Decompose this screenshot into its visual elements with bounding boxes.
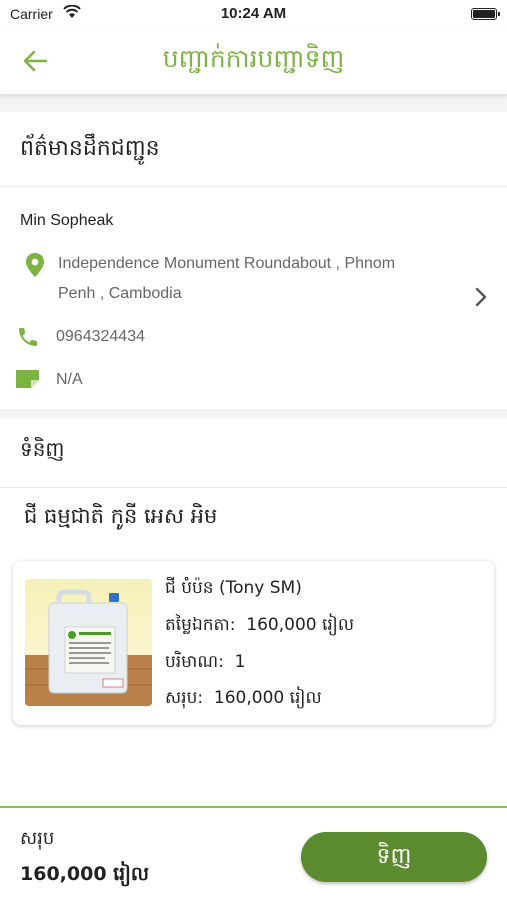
product-name: ជី បំប៉ន (Tony SM) (165, 578, 302, 598)
address-line-2: Penh , Cambodia (58, 285, 182, 302)
shop-name: ជី ធម្មជាតិ កូនី អេស អិម (24, 504, 218, 528)
product-image (25, 579, 152, 706)
note-icon (16, 370, 39, 388)
unit-price-row: តម្លៃឯកតា: 160,000 រៀល (165, 614, 354, 639)
quantity-label: បរិមាណ: (165, 652, 224, 672)
unit-price-label: តម្លៃឯកតា: (165, 615, 236, 635)
subtotal-row: សរុប: 160,000 រៀល (165, 687, 322, 712)
phone-icon (19, 328, 37, 346)
address-line-1: Independence Monument Roundabout , Phnom (58, 255, 396, 272)
total-amount: 160,000 រៀល (20, 863, 149, 885)
subtotal-value: 160,000 រៀល (213, 688, 322, 708)
divider (0, 487, 507, 488)
status-bar: Carrier 10:24 AM (0, 0, 507, 30)
divider (0, 186, 507, 187)
products-heading: ទំនិញ (20, 437, 65, 461)
buy-button[interactable]: ទិញ (301, 832, 487, 882)
fertilizer-jug-icon (25, 589, 152, 706)
chevron-right-icon[interactable] (473, 286, 489, 308)
page-title: បញ្ជាក់ការបញ្ជាទិញ (162, 44, 345, 73)
quantity-value: 1 (234, 652, 246, 672)
total-label: សរុប (20, 828, 55, 849)
unit-price-value: 160,000 រៀល (246, 615, 355, 635)
clock: 10:24 AM (220, 5, 287, 22)
subtotal-label: សរុប: (165, 688, 204, 708)
quantity-row: បរិមាណ: 1 (165, 651, 246, 676)
battery-icon (471, 8, 500, 20)
checkout-footer: សរុប 160,000 រៀល ទិញ (0, 806, 507, 900)
nav-bar: បញ្ជាក់ការបញ្ជាទិញ (0, 30, 507, 94)
note-value: N/A (56, 371, 83, 388)
phone-number: 0964324434 (56, 328, 145, 345)
shipping-heading: ព័ត៌មានដឹកជញ្ជូន (20, 136, 160, 161)
product-card[interactable]: ជី បំប៉ន (Tony SM) តម្លៃឯកតា: 160,000 រៀ… (13, 561, 494, 725)
recipient-name: Min Sopheak (20, 212, 114, 229)
location-pin-icon (26, 253, 44, 277)
